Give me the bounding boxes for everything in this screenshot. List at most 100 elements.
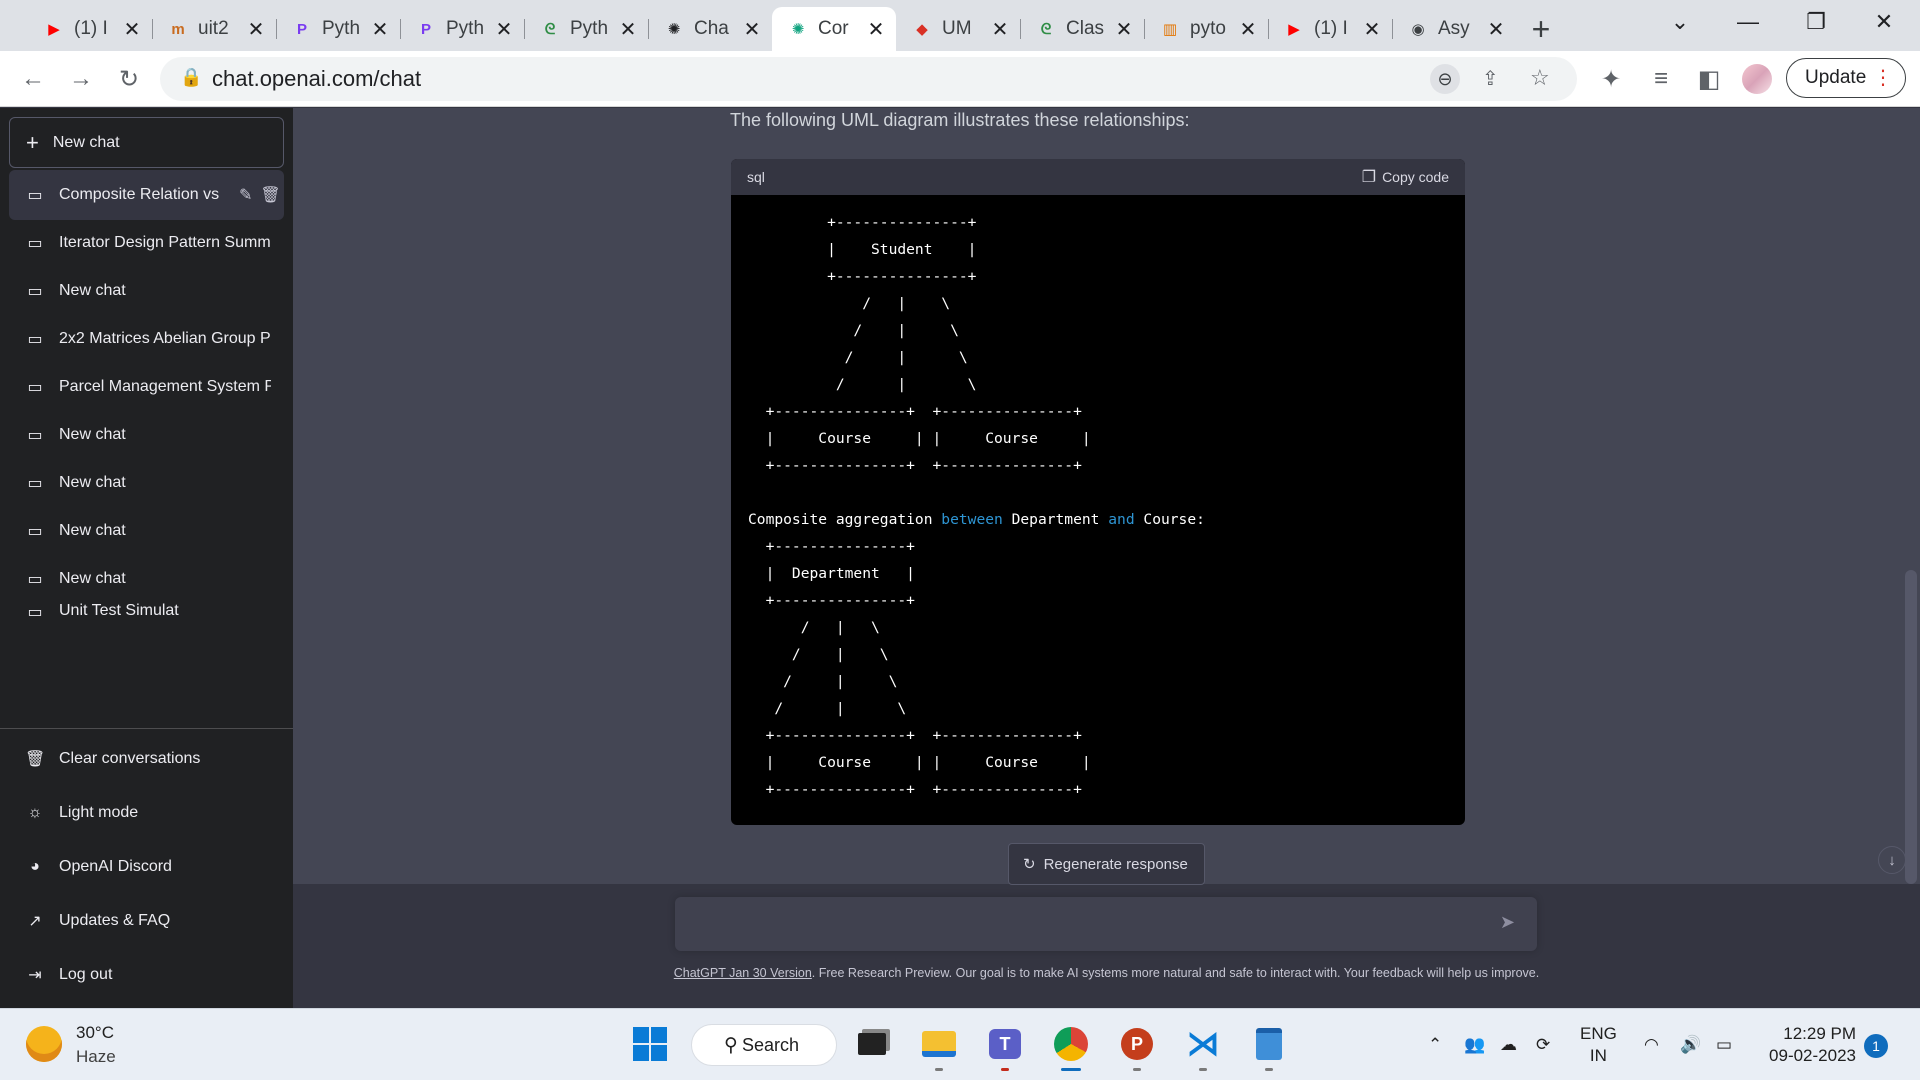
reload-button[interactable]: ↻ [112,62,146,96]
teams-tray-icon[interactable]: 👥 [1464,1009,1485,1080]
conversation-title: New chat [59,522,126,539]
powerpoint-icon[interactable]: P [1116,1023,1158,1071]
battery-icon[interactable]: ▭ [1716,1009,1732,1080]
close-tab-icon[interactable]: ✕ [1362,17,1382,42]
chat-bubble-icon: ▭ [27,571,43,588]
scrollbar-thumb[interactable] [1905,570,1917,884]
notepad-icon[interactable] [1248,1023,1290,1071]
close-tab-icon[interactable]: ✕ [1238,17,1258,42]
start-button[interactable] [629,1023,671,1065]
browser-tab[interactable]: ◆ UM ✕ [896,7,1020,51]
conversation-item[interactable]: ▭ Iterator Design Pattern Summa [9,218,284,268]
search-icon: ⚲ [724,1035,738,1056]
conversation-item[interactable]: ▭ 2x2 Matrices Abelian Group Pr [9,314,284,364]
conversation-item[interactable]: ▭ Composite Relation vs ✎ 🗑 [9,170,284,220]
language-indicator[interactable]: ENG IN [1580,1009,1617,1080]
conversation-item[interactable]: ▭ New chat [9,410,284,460]
notification-badge[interactable]: 1 [1864,1034,1888,1058]
taskbar-search[interactable]: ⚲ Search [691,1024,837,1066]
sync-icon[interactable]: ⟳ [1536,1009,1550,1080]
sidebar-divider [0,728,293,729]
sidebar-menu-item[interactable]: ↗ Updates & FAQ [9,899,284,943]
lock-icon: 🔒 [180,67,203,87]
browser-tab[interactable]: ▶ (1) I ✕ [28,7,152,51]
new-tab-button[interactable]: + [1516,7,1566,51]
version-link[interactable]: ChatGPT Jan 30 Version [674,966,812,980]
conversation-item[interactable]: ▭ New chat [9,458,284,508]
update-button[interactable]: Update ⋮ [1786,58,1906,98]
scroll-to-bottom-button[interactable]: ↓ [1878,846,1906,874]
tray-overflow-icon[interactable]: ⌃ [1428,1009,1442,1080]
restore-button[interactable]: ❐ [1786,0,1846,44]
code-content: +---------------+ | Student | +---------… [731,195,1465,817]
close-tab-icon[interactable]: ✕ [990,17,1010,42]
browser-tab[interactable]: ✺ Cor ✕ [772,7,896,51]
close-window-button[interactable]: ✕ [1854,0,1914,44]
side-panel-icon[interactable]: ◧ [1692,62,1726,96]
sidebar-menu-item[interactable]: 🗑 Clear conversations [9,737,284,781]
conversation-item[interactable]: ▭ New chat [9,506,284,556]
browser-tab[interactable]: P Pyth ✕ [276,7,400,51]
sidebar-menu-item[interactable]: ⇥ Log out [9,953,284,997]
close-tab-icon[interactable]: ✕ [246,17,266,42]
prompt-input[interactable]: ➤ [675,897,1537,951]
avatar[interactable] [1740,62,1774,96]
regenerate-response-button[interactable]: ↻ Regenerate response [1008,843,1205,885]
conversation-item[interactable]: ▭ Parcel Management System Py [9,362,284,412]
file-explorer-icon[interactable] [918,1023,960,1071]
new-chat-button[interactable]: + New chat [9,117,284,168]
more-menu-icon[interactable]: ⋮ [1873,65,1893,90]
close-tab-icon[interactable]: ✕ [370,17,390,42]
extensions-icon[interactable]: ✦ [1594,62,1628,96]
conversation-item[interactable]: ▭ New chat [9,554,284,604]
browser-tab[interactable]: m uit2 ✕ [152,7,276,51]
code-line: / | \ [748,376,977,393]
browser-tab[interactable]: P Pyth ✕ [400,7,524,51]
zoom-icon[interactable]: ⊖ [1430,64,1460,94]
browser-tab[interactable]: ▥ pyto ✕ [1144,7,1268,51]
new-chat-label: New chat [52,133,120,151]
close-tab-icon[interactable]: ✕ [1114,17,1134,42]
browser-tab[interactable]: ◉ Asy ✕ [1392,7,1516,51]
minimize-button[interactable]: — [1718,0,1778,44]
volume-icon[interactable]: 🔊 [1680,1009,1701,1080]
address-bar[interactable]: 🔒 chat.openai.com/chat ⊖ ⇪ ☆ [160,57,1577,101]
sidebar-menu-item[interactable]: ◕ OpenAI Discord [9,845,284,889]
share-icon[interactable]: ⇪ [1482,66,1499,91]
clock[interactable]: 12:29 PM 09-02-2023 [1752,1023,1856,1067]
browser-tab[interactable]: ᘓ Pyth ✕ [524,7,648,51]
chrome-icon[interactable] [1050,1023,1092,1071]
wifi-icon[interactable]: ◠ [1644,1009,1659,1080]
clock-date: 09-02-2023 [1769,1046,1856,1065]
send-icon[interactable]: ➤ [1500,912,1515,933]
delete-icon[interactable]: 🗑 [260,185,280,205]
close-tab-icon[interactable]: ✕ [742,17,762,42]
tab-title: (1) I [74,18,108,39]
back-button[interactable]: ← [16,62,50,96]
tab-title: Pyth [570,18,609,39]
weather-description[interactable]: Haze [76,1047,116,1067]
close-tab-icon[interactable]: ✕ [122,17,142,42]
reading-list-icon[interactable]: ≡ [1644,62,1678,96]
weather-icon[interactable] [26,1026,62,1062]
copy-code-button[interactable]: ❐ Copy code [1362,167,1449,187]
sidebar-menu-item[interactable]: ☼ Light mode [9,791,284,835]
teams-icon[interactable]: T [984,1023,1026,1071]
close-tab-icon[interactable]: ✕ [494,17,514,42]
forward-button[interactable]: → [64,62,98,96]
conversation-item[interactable]: ▭ Unit Test Simulat [9,602,284,616]
close-tab-icon[interactable]: ✕ [866,17,886,42]
browser-tab[interactable]: ▶ (1) I ✕ [1268,7,1392,51]
browser-tab[interactable]: ✺ Cha ✕ [648,7,772,51]
weather-temperature[interactable]: 30°C [76,1023,114,1043]
onedrive-icon[interactable]: ☁ [1500,1009,1517,1080]
task-view-icon[interactable] [851,1023,893,1065]
tab-search-chevron-icon[interactable]: ⌄ [1650,0,1710,44]
close-tab-icon[interactable]: ✕ [1486,17,1506,42]
browser-tab[interactable]: ᘓ Clas ✕ [1020,7,1144,51]
vscode-icon[interactable]: ⋊ [1182,1023,1224,1071]
close-tab-icon[interactable]: ✕ [618,17,638,42]
bookmark-star-icon[interactable]: ☆ [1530,65,1550,91]
conversation-item[interactable]: ▭ New chat [9,266,284,316]
edit-icon[interactable]: ✎ [239,185,252,205]
